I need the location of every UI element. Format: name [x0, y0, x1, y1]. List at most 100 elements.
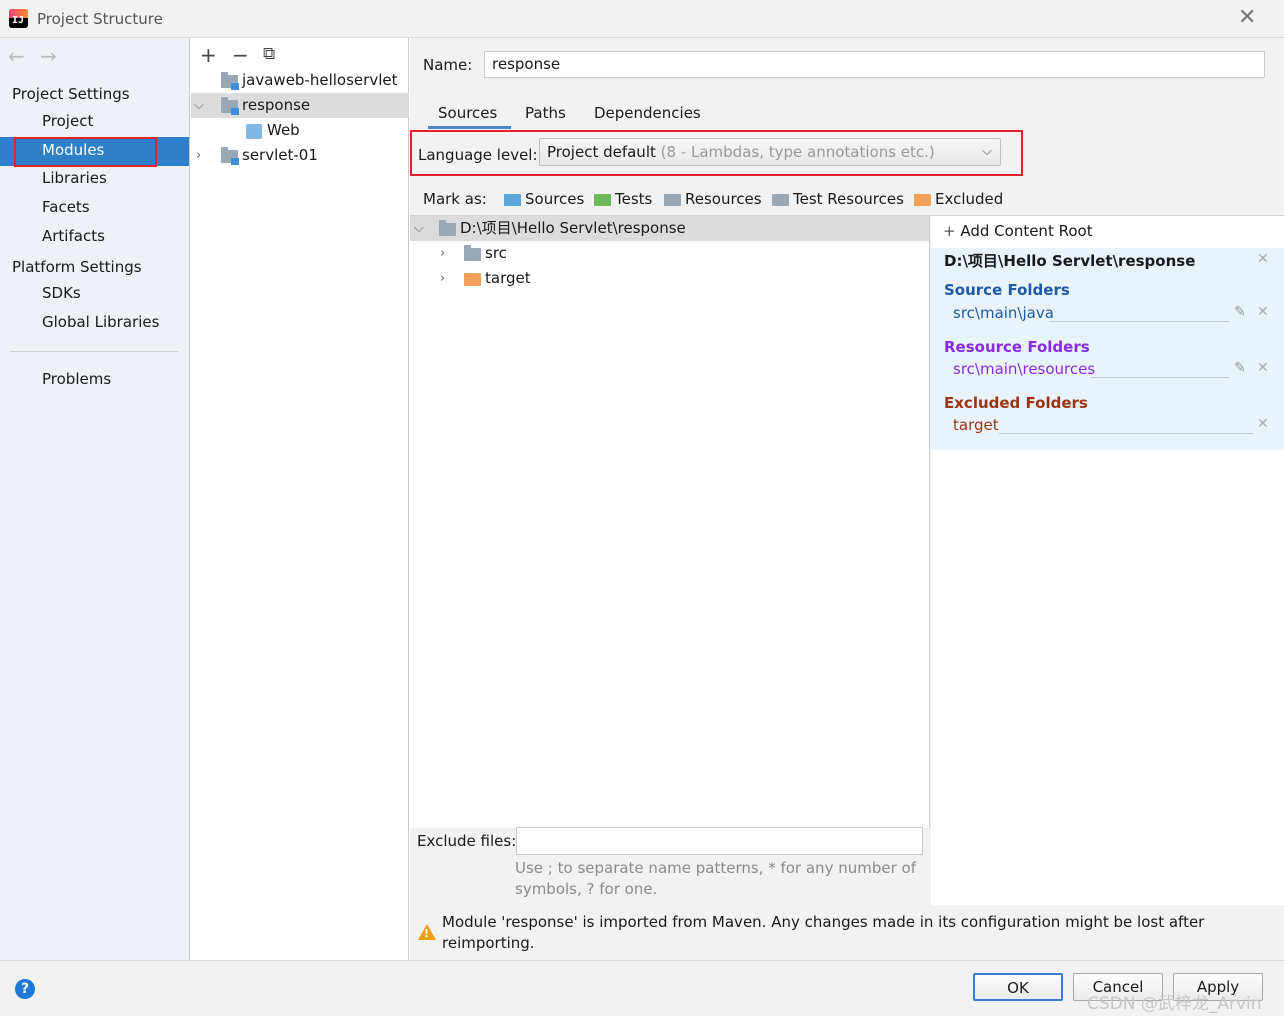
content-root-tree: ⌵ D:\项目\Hello Servlet\response › src › t… — [410, 215, 930, 828]
module-folder-icon — [221, 147, 239, 165]
tree-item-target[interactable]: › target — [410, 266, 929, 291]
module-folder-icon — [221, 72, 239, 90]
copy-icon[interactable]: ⧉ — [263, 44, 275, 64]
mark-as-tests-button[interactable]: Tests — [594, 190, 652, 208]
title-bar: IJ Project Structure ✕ — [0, 0, 1284, 38]
excluded-folder-icon — [914, 194, 931, 206]
window-title: Project Structure — [37, 10, 163, 28]
row-separator — [1049, 321, 1229, 322]
module-name-input[interactable]: response — [484, 51, 1265, 78]
forward-arrow-icon[interactable]: → — [40, 44, 57, 68]
intellij-app-icon: IJ — [9, 9, 28, 28]
exclude-files-label: Exclude files: — [417, 832, 517, 850]
warning-icon: ! — [418, 924, 436, 940]
chevron-right-icon[interactable]: › — [196, 143, 201, 168]
chevron-right-icon[interactable]: › — [440, 241, 445, 266]
exclude-files-hint: Use ; to separate name patterns, * for a… — [515, 859, 916, 898]
content-root-path: D:\项目\Hello Servlet\response — [944, 252, 1196, 270]
edit-pencil-icon[interactable]: ✎ — [1234, 360, 1246, 376]
mark-as-label: Mark as: — [423, 190, 487, 208]
tree-item-javaweb-helloservlet[interactable]: javaweb-helloservlet — [191, 68, 409, 93]
nav-item-artifacts[interactable]: Artifacts — [0, 223, 189, 252]
add-content-root-label: Add Content Root — [960, 222, 1093, 240]
mark-as-resources-button[interactable]: Resources — [664, 190, 762, 208]
ok-button[interactable]: OK — [973, 973, 1063, 1001]
chevron-down-icon[interactable]: ⌵ — [414, 216, 424, 241]
tree-item-label: target — [485, 269, 531, 287]
tree-item-label: servlet-01 — [242, 146, 318, 164]
mark-as-label-text: Sources — [525, 190, 585, 208]
nav-divider — [10, 351, 178, 352]
sources-folder-icon — [504, 194, 521, 206]
resource-folders-title: Resource Folders — [944, 338, 1090, 356]
edit-pencil-icon[interactable]: ✎ — [1234, 304, 1246, 320]
source-folders-title: Source Folders — [944, 281, 1070, 299]
chevron-down-icon[interactable]: ⌵ — [194, 93, 204, 118]
tab-dependencies[interactable]: Dependencies — [594, 104, 701, 122]
row-separator — [999, 433, 1253, 434]
plus-icon: + — [943, 222, 956, 240]
exclude-files-input[interactable] — [516, 827, 923, 855]
content-root-label: D:\项目\Hello Servlet\response — [460, 219, 686, 237]
tree-item-web-facet[interactable]: Web — [191, 118, 409, 143]
remove-root-icon[interactable]: ✕ — [1257, 251, 1269, 267]
tab-paths[interactable]: Paths — [525, 104, 566, 122]
mark-as-excluded-button[interactable]: Excluded — [914, 190, 1003, 208]
tree-item-label: javaweb-helloservlet — [242, 71, 398, 89]
language-level-highlight-box — [410, 130, 1023, 176]
remove-icon[interactable]: − — [232, 43, 249, 67]
close-icon[interactable]: ✕ — [1238, 5, 1256, 30]
tree-item-response[interactable]: ⌵ response — [191, 93, 409, 118]
mark-as-label-text: Resources — [685, 190, 762, 208]
tree-item-label: Web — [267, 121, 300, 139]
test-resources-folder-icon — [772, 194, 789, 206]
mark-as-label-text: Tests — [615, 190, 653, 208]
content-roots-panel: + Add Content Root D:\项目\Hello Servlet\r… — [931, 215, 1284, 905]
remove-folder-icon[interactable]: ✕ — [1257, 416, 1269, 432]
excluded-folder-icon — [464, 273, 481, 286]
tab-sources[interactable]: Sources — [438, 104, 497, 122]
resource-folder-path: src\main\resources — [953, 360, 1096, 378]
remove-folder-icon[interactable]: ✕ — [1257, 304, 1269, 320]
watermark-text: CSDN @武梓龙_Arvin — [1087, 994, 1262, 1014]
folder-icon — [464, 245, 481, 261]
source-folder-path: src\main\java — [953, 304, 1054, 322]
nav-item-project[interactable]: Project — [0, 108, 189, 137]
content-root-box: D:\项目\Hello Servlet\response ✕ Source Fo… — [931, 248, 1284, 450]
name-label: Name: — [423, 56, 473, 74]
tree-item-servlet-01[interactable]: › servlet-01 — [191, 143, 409, 168]
resources-folder-icon — [664, 194, 681, 206]
module-settings-panel: Name: response Sources Paths Dependencie… — [410, 38, 1284, 960]
remove-folder-icon[interactable]: ✕ — [1257, 360, 1269, 376]
help-icon[interactable]: ? — [15, 979, 35, 999]
content-root-row[interactable]: ⌵ D:\项目\Hello Servlet\response — [410, 216, 929, 241]
chevron-right-icon[interactable]: › — [440, 266, 445, 291]
tree-item-label: response — [242, 96, 311, 114]
nav-item-libraries[interactable]: Libraries — [0, 165, 189, 194]
nav-item-problems[interactable]: Problems — [0, 366, 189, 395]
nav-item-facets[interactable]: Facets — [0, 194, 189, 223]
excluded-folders-title: Excluded Folders — [944, 394, 1088, 412]
module-folder-icon — [221, 97, 239, 115]
excluded-folder-path: target — [953, 416, 999, 434]
add-icon[interactable]: + — [200, 43, 217, 67]
module-tree-panel: + − ⧉ javaweb-helloservlet ⌵ response We… — [191, 38, 409, 960]
nav-item-global-libraries[interactable]: Global Libraries — [0, 309, 189, 338]
maven-warning-text: Module 'response' is imported from Maven… — [442, 913, 1205, 952]
tests-folder-icon — [594, 194, 611, 206]
tree-item-src[interactable]: › src — [410, 241, 929, 266]
web-facet-icon — [246, 124, 262, 139]
back-arrow-icon[interactable]: ← — [8, 44, 25, 68]
nav-item-sdks[interactable]: SDKs — [0, 280, 189, 309]
row-separator — [1091, 377, 1229, 378]
modules-highlight-box — [14, 137, 157, 167]
nav-section-platform-settings: Platform Settings — [12, 258, 142, 276]
nav-section-project-settings: Project Settings — [12, 85, 130, 103]
mark-as-sources-button[interactable]: Sources — [504, 190, 584, 208]
add-content-root-button[interactable]: + Add Content Root — [943, 222, 1093, 240]
tree-item-label: src — [485, 244, 507, 262]
mark-as-label-text: Excluded — [935, 190, 1004, 208]
dialog-footer: ? OK Cancel Apply CSDN @武梓龙_Arvin — [0, 960, 1284, 1016]
mark-as-label-text: Test Resources — [793, 190, 904, 208]
mark-as-test-resources-button[interactable]: Test Resources — [772, 190, 904, 208]
